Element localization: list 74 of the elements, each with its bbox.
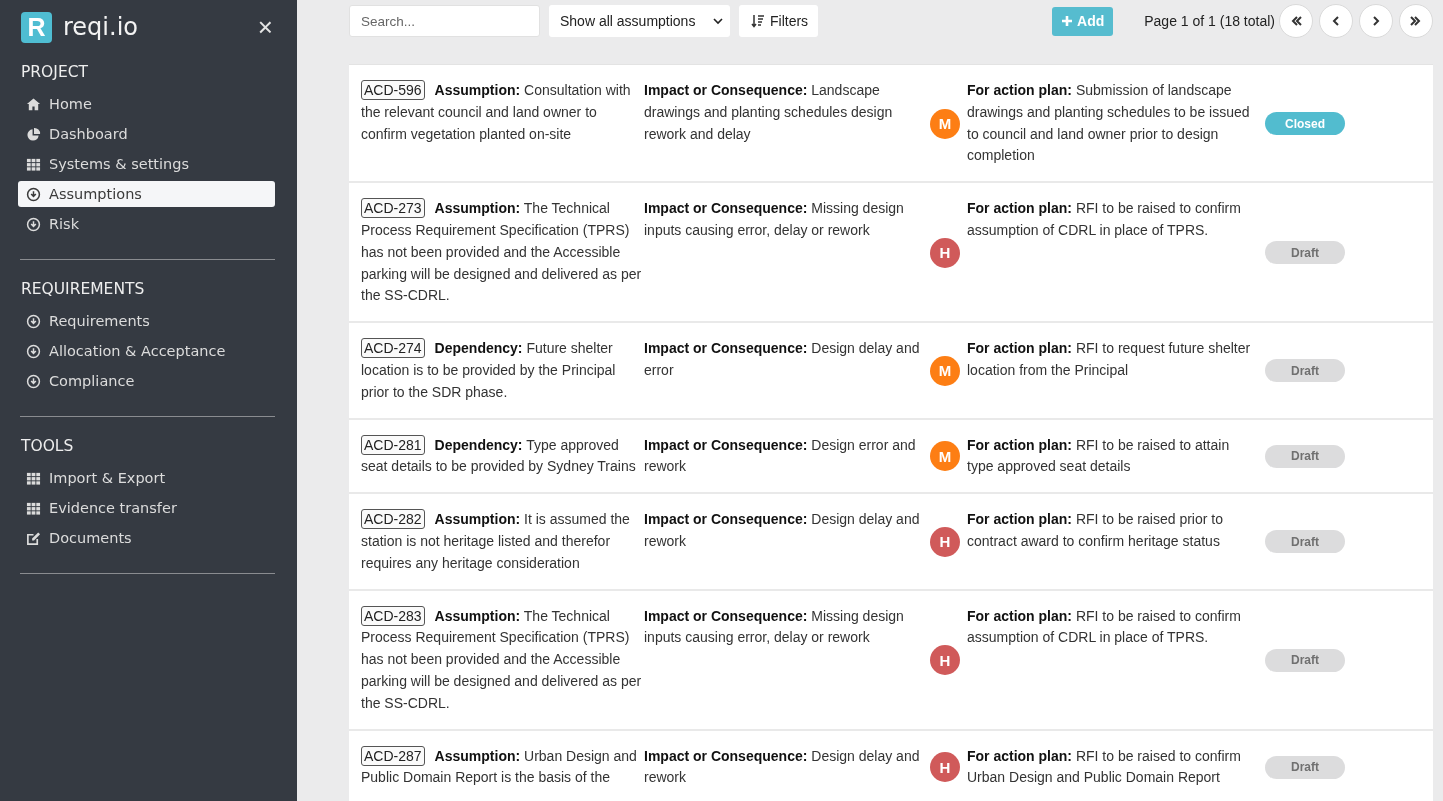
close-button[interactable]: ×	[255, 14, 275, 40]
impact-text: Impact or Consequence: Design delay and rework	[644, 746, 921, 788]
pagination-text: Page 1 of 1 (18 total)	[1144, 13, 1275, 29]
action-plan-text: For action plan: RFI to be raised to confirm assumption of CDRL in place of TPRS.	[967, 606, 1242, 648]
sidebar-item[interactable]: Evidence transfer	[18, 495, 275, 521]
description-text: ACD-287 Assumption: Urban Design and Public Domain Report is the basis of the	[361, 745, 638, 788]
grid-icon	[26, 156, 41, 172]
filters-button[interactable]: Filters	[739, 5, 819, 37]
edit-icon	[26, 530, 41, 546]
sidebar-item[interactable]: Compliance	[18, 368, 275, 394]
section-heading: REQUIREMENTS	[21, 280, 146, 298]
filter-dropdown[interactable]: Show all assumptions	[549, 5, 730, 37]
home-icon	[26, 96, 41, 112]
risk-level-badge: M	[930, 441, 960, 472]
risk-level-badge: H	[930, 237, 960, 268]
action-plan-text: For action plan: RFI to request future shelter location from the Principal	[967, 339, 1252, 380]
first-page-button[interactable]	[1279, 4, 1313, 38]
sidebar-item[interactable]: Home	[18, 91, 275, 117]
grid-icon	[26, 470, 41, 486]
risk-level-badge: M	[930, 355, 960, 386]
action-plan-text: For action plan: RFI to be raised to attain type approved seat details	[967, 435, 1231, 477]
grid-icon	[26, 500, 41, 516]
sidebar-item[interactable]: Systems & settings	[18, 151, 275, 177]
arrow-circle-icon	[26, 373, 41, 389]
impact-text: Impact or Consequence: Design delay and error	[644, 339, 921, 380]
arrow-circle-icon	[26, 343, 41, 359]
last-page-button[interactable]	[1399, 4, 1433, 38]
sort-icon	[751, 14, 765, 28]
risk-level-badge: H	[930, 526, 960, 557]
double-chevron-icon	[1409, 14, 1423, 28]
action-plan-text: For action plan: Submission of landscape drawings and planting schedules to be issued to council and land owner prior to design completion	[967, 81, 1251, 166]
status-badge: Draft	[1265, 755, 1345, 779]
status-badge: Draft	[1265, 530, 1345, 554]
arrow-circle-icon	[26, 216, 41, 232]
impact-text: Impact or Consequence: Design delay and rework	[644, 510, 921, 551]
status-badge: Draft	[1265, 648, 1345, 672]
description-text: ACD-596 Assumption: Consultation with the relevant council and land owner to confirm vegetation planted on-site	[361, 80, 632, 144]
impact-text: Impact or Consequence: Missing design inputs causing error, delay or rework	[644, 199, 905, 240]
logo-mark: R	[21, 11, 52, 43]
description-text: ACD-281 Dependency: Type approved seat details to be provided by Sydney Trains	[361, 434, 637, 477]
sidebar-item[interactable]: Documents	[18, 525, 275, 551]
action-plan-text: For action plan: RFI to be raised to confirm assumption of CDRL in place of TPRS.	[967, 199, 1242, 240]
risk-level-badge: H	[930, 752, 960, 783]
status-badge: Closed	[1265, 112, 1345, 136]
sidebar-item[interactable]: Import & Export	[18, 465, 275, 491]
action-plan-text: For action plan: RFI to be raised prior to contract award to confirm heritage status	[967, 510, 1224, 551]
status-badge: Draft	[1265, 444, 1345, 468]
risk-level-badge: H	[930, 645, 960, 676]
pie-chart-icon	[26, 126, 41, 142]
sidebar-item[interactable]: Risk	[18, 211, 275, 237]
arrow-circle-icon	[26, 186, 41, 202]
sidebar-item[interactable]: Dashboard	[18, 121, 275, 147]
description-text: ACD-273 Assumption: The Technical Process Requirement Specification (TPRS) has not been provided and the Accessible parking will be designed and delivered as per the SS-CDRL.	[361, 198, 642, 306]
plus-icon	[1061, 15, 1073, 27]
section-heading: PROJECT	[21, 63, 89, 81]
risk-level-badge: M	[930, 108, 960, 139]
impact-text: Impact or Consequence: Missing design inputs causing error, delay or rework	[644, 606, 905, 648]
section-heading: TOOLS	[21, 437, 75, 455]
search-field[interactable]: Search...	[349, 5, 540, 37]
sidebar-item[interactable]: Allocation & Acceptance	[18, 338, 275, 364]
sidebar-item[interactable]: Assumptions	[18, 181, 275, 207]
status-badge: Draft	[1265, 241, 1345, 265]
description-text: ACD-283 Assumption: The Technical Process Requirement Specification (TPRS) has not been provided and the Accessible parking will be designed and delivered as per the SS-CDRL.	[361, 605, 642, 713]
double-chevron-icon	[1289, 14, 1303, 28]
sidebar-item[interactable]: Requirements	[18, 308, 275, 334]
arrow-circle-icon	[26, 313, 41, 329]
impact-text: Impact or Consequence: Design error and rework	[644, 435, 917, 477]
description-text: ACD-274 Dependency: Future shelter location is to be provided by the Principal prior to the SDR phase.	[361, 338, 617, 402]
status-badge: Draft	[1265, 359, 1345, 383]
impact-text: Impact or Consequence: Landscape drawings and planting schedules design rework and delay	[644, 81, 894, 144]
chevron-down-icon	[712, 15, 724, 27]
description-text: ACD-282 Assumption: It is assumed the station is not heritage listed and therefor requires any heritage consideration	[361, 509, 631, 573]
app-name: reqi.io	[63, 13, 138, 41]
action-plan-text: For action plan: RFI to be raised to confirm Urban Design and Public Domain Report	[967, 746, 1242, 788]
